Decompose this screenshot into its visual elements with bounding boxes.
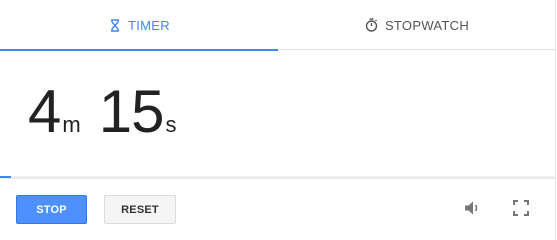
minutes-value: 4	[28, 78, 61, 145]
hourglass-icon	[108, 18, 122, 32]
fullscreen-icon[interactable]	[511, 198, 531, 218]
tab-timer-label: TIMER	[128, 17, 170, 33]
minutes-unit: m	[62, 112, 81, 137]
seconds-unit: s	[165, 112, 177, 137]
tab-stopwatch[interactable]: STOPWATCH	[278, 0, 556, 50]
stop-button[interactable]: STOP	[16, 195, 87, 224]
timer-widget: TIMER STOPWATCH 4 m 15 s STOP RESET	[0, 0, 556, 240]
divider	[0, 178, 556, 179]
tab-stopwatch-label: STOPWATCH	[384, 17, 470, 33]
reset-button[interactable]: RESET	[104, 195, 176, 224]
speaker-icon[interactable]	[463, 198, 483, 218]
time-display: 4 m 15 s	[28, 82, 176, 146]
seconds-value: 15	[98, 78, 165, 145]
tab-bar: TIMER STOPWATCH	[0, 0, 556, 51]
tab-timer[interactable]: TIMER	[0, 0, 278, 51]
stopwatch-icon	[365, 18, 379, 32]
